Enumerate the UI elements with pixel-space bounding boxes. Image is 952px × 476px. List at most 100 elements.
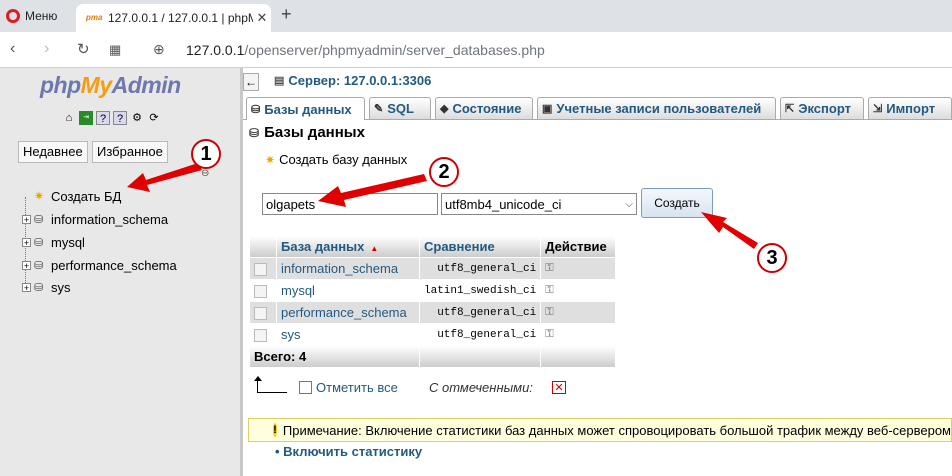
browser-menu-button[interactable]: Меню	[6, 5, 57, 27]
home-icon[interactable]: ⌂	[62, 111, 76, 125]
tab-status[interactable]: ◆ Состояние	[435, 97, 533, 119]
column-header-collation[interactable]: Сравнение	[420, 236, 541, 257]
check-all-control[interactable]: Отметить все	[299, 380, 398, 395]
row-checkbox[interactable]	[254, 285, 267, 299]
refresh-icon[interactable]: ⟳	[147, 111, 161, 125]
expand-icon[interactable]: +	[22, 282, 31, 292]
server-icon: ▤	[274, 75, 285, 87]
enable-statistics-link[interactable]: • Включить статистику	[275, 444, 422, 459]
recent-tables-button[interactable]: Недавнее	[18, 141, 88, 163]
back-icon[interactable]: ‹	[10, 40, 15, 58]
action-cell: ⚿	[541, 324, 616, 345]
browser-tab-title: 127.0.0.1 / 127.0.0.1 | phpMy	[108, 11, 253, 25]
table-row: performance_schema utf8_general_ci ⚿	[250, 302, 616, 323]
tab-label: Базы данных	[264, 101, 352, 117]
table-row: information_schema utf8_general_ci ⚿	[250, 258, 616, 279]
check-privileges-icon[interactable]: ⚿	[545, 306, 553, 318]
database-link[interactable]: information_schema	[277, 258, 419, 279]
tab-import[interactable]: ⇲ Импорт	[868, 97, 952, 119]
tab-label: Экспорт	[798, 101, 851, 116]
database-icon: ⛁	[34, 213, 44, 226]
check-privileges-icon[interactable]: ⚿	[545, 262, 553, 274]
url-host: 127.0.0.1	[186, 42, 245, 58]
tree-item-new-db[interactable]: ✷ Создать БД	[22, 186, 121, 206]
users-icon: ▣	[542, 103, 553, 115]
panel-divider[interactable]	[240, 68, 243, 476]
check-privileges-icon[interactable]: ⚿	[545, 284, 553, 296]
create-database-button[interactable]: Создать	[641, 188, 713, 218]
row-checkbox[interactable]	[254, 329, 267, 343]
row-checkbox-cell	[250, 280, 276, 301]
tab-user-accounts[interactable]: ▣ Учетные записи пользователей	[537, 97, 776, 119]
row-checkbox[interactable]	[254, 263, 267, 277]
close-tab-icon[interactable]: ✕	[253, 10, 271, 26]
annotation-badge-2: 2	[429, 157, 459, 187]
reload-icon[interactable]: ↻	[77, 40, 90, 58]
tab-sql[interactable]: ✎ SQL	[369, 97, 431, 119]
tree-item-sys[interactable]: + ⛁ sys	[22, 277, 71, 297]
browser-tab[interactable]: pma 127.0.0.1 / 127.0.0.1 | phpMy ✕	[76, 4, 271, 32]
tree-item-label: performance_schema	[51, 257, 177, 273]
database-icon: ⛁	[34, 259, 44, 272]
collation-value: utf8_general_ci	[420, 302, 541, 323]
new-db-icon: ✷	[265, 152, 276, 167]
url-path: /openserver/phpmyadmin/server_databases.…	[244, 42, 545, 58]
tab-label: Учетные записи пользователей	[556, 101, 762, 116]
database-link[interactable]: mysql	[277, 280, 419, 301]
drop-selected-icon[interactable]: ✕	[552, 381, 566, 394]
forward-icon[interactable]: ›	[44, 40, 49, 58]
url-field[interactable]: 127.0.0.1/openserver/phpmyadmin/server_d…	[186, 42, 545, 58]
docs-icon[interactable]: ?	[113, 111, 127, 125]
sort-ascending-icon: ▲	[370, 244, 379, 253]
database-link[interactable]: performance_schema	[277, 302, 419, 323]
phpmyadmin-logo[interactable]: phpMyAdmin	[40, 72, 181, 99]
collation-select[interactable]: utf8mb4_unicode_ci ⌵	[441, 193, 637, 215]
row-checkbox-cell	[250, 324, 276, 345]
database-name-input[interactable]	[262, 193, 438, 215]
expand-icon[interactable]: +	[22, 237, 31, 247]
create-database-label: Создать базу данных	[279, 152, 408, 167]
table-row: sys utf8_general_ci ⚿	[250, 324, 616, 345]
database-link[interactable]: sys	[277, 324, 419, 345]
tree-item-label: information_schema	[51, 211, 169, 227]
expand-icon[interactable]: +	[22, 260, 31, 270]
favorite-tables-button[interactable]: Избранное	[92, 141, 168, 163]
databases-icon: ⛁	[251, 103, 261, 116]
tree-item-label: sys	[51, 279, 71, 295]
tree-item-mysql[interactable]: + ⛁ mysql	[22, 232, 85, 252]
tree-item-information-schema[interactable]: + ⛁ information_schema	[22, 209, 168, 229]
database-icon: ⛁	[34, 281, 44, 294]
tree-item-label: Создать БД	[51, 188, 122, 204]
tab-label: Состояние	[452, 101, 522, 116]
check-all-checkbox[interactable]	[299, 381, 312, 394]
select-column-header	[250, 236, 276, 257]
tree-item-label: mysql	[51, 234, 85, 250]
opera-logo-icon	[6, 9, 20, 23]
collation-value: utf8_general_ci	[420, 258, 541, 279]
collapse-navigation-button[interactable]: ←	[243, 73, 259, 91]
annotation-badge-3: 3	[757, 243, 787, 273]
page-title-text: Базы данных	[264, 124, 365, 141]
row-checkbox-cell	[250, 258, 276, 279]
new-tab-icon[interactable]: +	[281, 4, 292, 25]
table-total-row: Всего: 4	[250, 346, 616, 367]
annotation-badge-1: 1	[191, 139, 221, 169]
tab-export[interactable]: ⇱ Экспорт	[780, 97, 864, 119]
logout-icon[interactable]: ⇥	[79, 111, 93, 125]
site-info-icon[interactable]: ⊕	[153, 41, 165, 58]
server-breadcrumb[interactable]: ▤ Сервер: 127.0.0.1:3306	[274, 73, 431, 88]
tab-databases[interactable]: ⛁ Базы данных	[246, 97, 365, 120]
column-header-database[interactable]: База данных ▲	[277, 236, 419, 257]
collation-selected-value: utf8mb4_unicode_ci	[445, 196, 562, 212]
settings-gear-icon[interactable]: ⚙	[130, 111, 144, 125]
link-with-main-panel-icon[interactable]: ⊖	[201, 168, 209, 179]
speed-dial-icon[interactable]: ▦	[109, 42, 121, 58]
new-db-icon: ✷	[34, 189, 45, 203]
tree-item-performance-schema[interactable]: + ⛁ performance_schema	[22, 255, 177, 275]
expand-icon[interactable]: +	[22, 214, 31, 224]
query-window-icon[interactable]: ?	[96, 111, 110, 125]
check-privileges-icon[interactable]: ⚿	[545, 328, 553, 340]
notice-icon: !	[273, 423, 277, 437]
check-all-label[interactable]: Отметить все	[316, 380, 398, 395]
row-checkbox[interactable]	[254, 307, 267, 321]
